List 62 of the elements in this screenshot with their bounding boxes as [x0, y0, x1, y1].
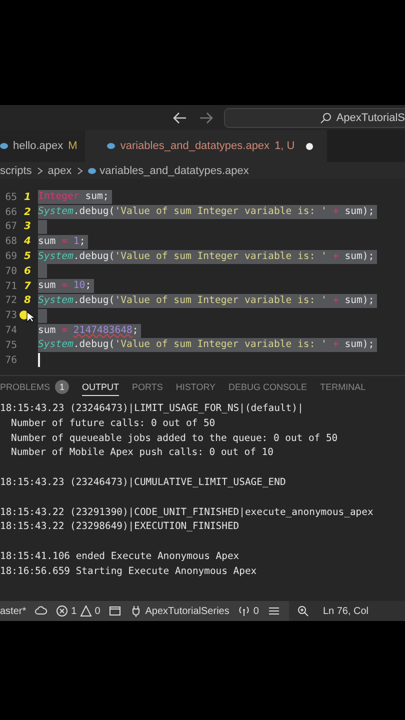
plug-icon [130, 605, 142, 617]
output-line: 18:15:41.106 ended Execute Anonymous Apex [0, 550, 240, 564]
line-number: 72 [4, 295, 17, 306]
branch-label[interactable]: aster* [0, 606, 26, 616]
panel-tab[interactable]: DEBUG CONSOLE [228, 378, 308, 396]
panel-tab[interactable]: PROBLEMS 1 [0, 376, 70, 398]
annotation-mark: 4 [23, 236, 32, 248]
file-icon [88, 168, 96, 174]
search-field[interactable]: ApexTutorialS [224, 108, 405, 128]
annotation-mark: 7 [23, 280, 32, 292]
panel-tab[interactable]: HISTORY [176, 378, 216, 396]
ports-status[interactable]: 0 [238, 605, 259, 617]
line-number: 71 [4, 280, 17, 292]
line-number: 74 [4, 325, 17, 336]
line-number: 73 [4, 310, 17, 322]
line-number: 75 [4, 340, 17, 351]
line-number: 70 [4, 266, 17, 277]
file-icon [0, 143, 8, 149]
line-number: 65 [4, 192, 17, 203]
line-number: 66 [4, 206, 17, 218]
annotation-mark: 2 [23, 206, 32, 218]
zoom-icon[interactable] [296, 605, 309, 617]
problems-status[interactable]: 1 0 [56, 605, 100, 617]
output-line: 18:15:43.22 (23298649)|EXECUTION_FINISHED [0, 520, 240, 534]
line-number: 67 [4, 221, 17, 232]
output-line: 18:15:43.23 (23246473)|CUMULATIVE_LIMIT_USAGE_END [0, 476, 287, 490]
line-number: 69 [4, 251, 17, 262]
panel-tab[interactable]: PORTS [132, 378, 163, 396]
search-icon [320, 112, 332, 124]
output-line: Number of Mobile Apex push calls: 0 out of 10 [10, 446, 274, 460]
annotation-mark: 5 [23, 251, 32, 262]
output-line: 18:15:43.22 (23291390)|CODE_UNIT_FINISHED|execute_anonymous_apex [0, 506, 374, 520]
panel-tab[interactable]: TERMINAL [320, 378, 366, 396]
chevron-icon [36, 166, 44, 174]
panel-tab[interactable]: OUTPUT [82, 378, 120, 396]
window-icon[interactable] [109, 605, 122, 617]
breadcrumb[interactable]: apex [48, 164, 72, 176]
output-line: 18:16:56.659 Starting Execute Anonymous Apex [0, 564, 258, 579]
breadcrumb[interactable]: scripts [0, 164, 32, 176]
cloud-sync-icon[interactable] [35, 605, 48, 617]
line-number: 76 [4, 354, 17, 366]
annotation-mark: 6 [23, 266, 32, 277]
output-line: Number of queueable jobs added to the queue: 0 out of 50 [10, 432, 339, 446]
back-icon[interactable] [172, 110, 188, 124]
error-icon [56, 605, 68, 617]
editor-tab[interactable]: variables_and_datatypes.apex 1, U [85, 130, 327, 162]
org-status[interactable]: ApexTutorialSeries [130, 605, 230, 617]
editor-tab[interactable]: hello.apex M [0, 130, 86, 162]
output-line: 18:15:43.23 (23246473)|LIMIT_USAGE_FOR_NS|(default)| [0, 402, 304, 416]
chevron-icon [76, 166, 84, 174]
annotation-mark: 1 [23, 192, 32, 203]
forward-icon[interactable] [198, 110, 214, 124]
output-line: Number of future calls: 0 out of 50 [10, 416, 216, 431]
annotation-mark: 8 [23, 295, 32, 306]
line-number: 68 [4, 236, 17, 248]
broadcast-icon [238, 605, 250, 617]
count-badge: 1 [55, 380, 70, 394]
file-icon [107, 143, 116, 149]
menu-icon[interactable] [268, 605, 280, 617]
breadcrumb[interactable]: variables_and_datatypes.apex [100, 164, 249, 176]
warning-icon [80, 605, 92, 617]
annotation-mark: 3 [23, 221, 32, 232]
